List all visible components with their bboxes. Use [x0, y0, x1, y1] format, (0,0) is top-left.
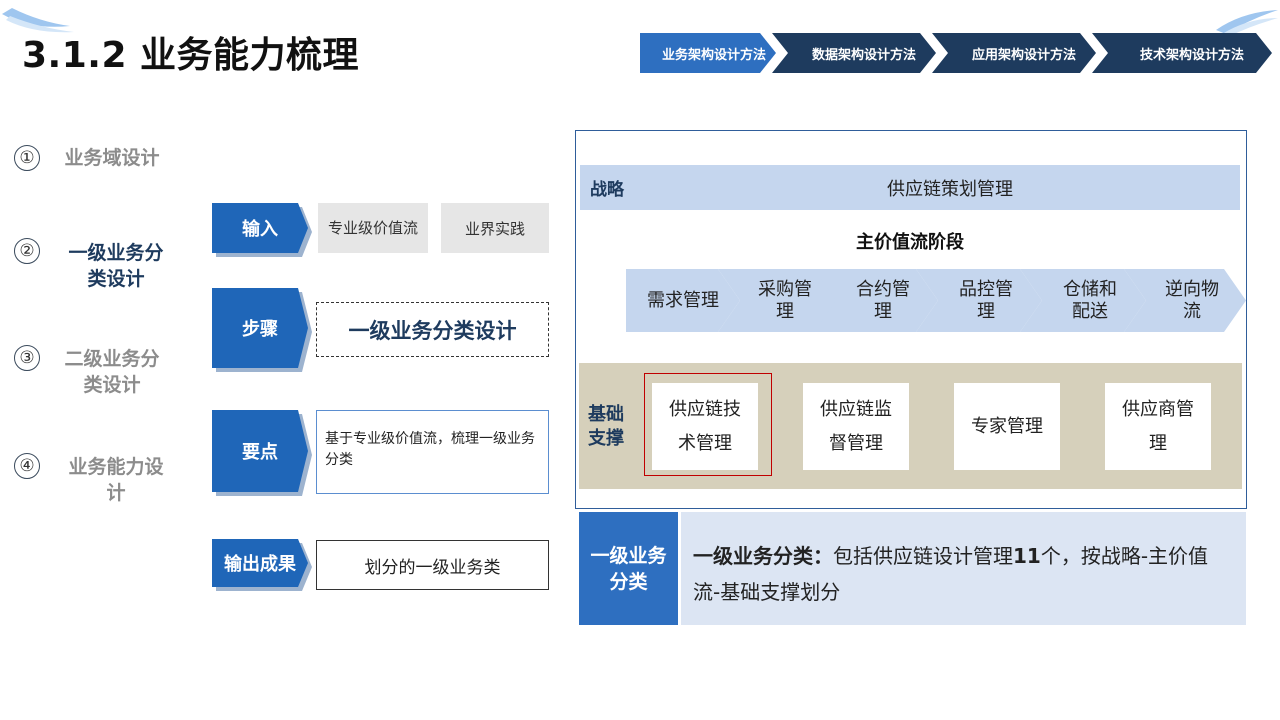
nav-step-application[interactable]: 应用架构设计方法 — [932, 33, 1096, 73]
step-number-2: ② — [14, 238, 40, 264]
step-tag: 步骤 — [212, 288, 308, 368]
strategy-text: 供应链策划管理 — [887, 178, 1013, 200]
summary-count: 11 — [1013, 544, 1041, 568]
nav-step-label: 数据架构设计方法 — [811, 47, 916, 63]
step-number-3: ③ — [14, 345, 40, 371]
stage-label: 仓储和配送 — [1063, 278, 1117, 322]
step-label-2[interactable]: 一级业务分类设计 — [60, 240, 172, 292]
summary-text-part1: 包括供应链设计管理 — [833, 544, 1013, 568]
step-label-1[interactable]: 业务域设计 — [56, 145, 168, 171]
nav-step-technology[interactable]: 技术架构设计方法 — [1092, 33, 1272, 73]
step-number-4: ④ — [14, 453, 40, 479]
base-card-4: 供应商管理 — [1105, 383, 1211, 470]
base-card-3: 专家管理 — [954, 383, 1060, 470]
key-points-tag: 要点 — [212, 410, 308, 492]
value-stream-title: 主价值流阶段 — [856, 232, 964, 253]
stage-label: 采购管理 — [758, 278, 812, 322]
stage-label: 合约管理 — [856, 278, 910, 322]
stage-chevron-1: 需求管理 — [626, 269, 740, 332]
summary-label: 一级业务分类 — [579, 512, 678, 625]
stage-label: 品控管理 — [959, 278, 1013, 322]
summary-text: 一级业务分类：包括供应链设计管理11个，按战略-主价值流-基础支撑划分 — [681, 512, 1246, 625]
summary-bold-text: 一级业务分类： — [693, 544, 833, 568]
base-support-label: 基础支撑 — [588, 404, 624, 449]
nav-step-label: 应用架构设计方法 — [971, 47, 1076, 63]
stage-label: 需求管理 — [647, 289, 719, 311]
key-points-box: 基于专业级价值流，梳理一级业务分类 — [316, 410, 549, 494]
method-nav: 业务架构设计方法 数据架构设计方法 应用架构设计方法 技术架构设计方法 — [640, 33, 1272, 73]
step-text-box: 一级业务分类设计 — [316, 302, 549, 357]
nav-step-label: 技术架构设计方法 — [1139, 47, 1244, 63]
page-title: 3.1.2 业务能力梳理 — [22, 35, 360, 76]
input-tag: 输入 — [212, 203, 308, 253]
step-label-4[interactable]: 业务能力设计 — [60, 454, 172, 506]
step-label-3[interactable]: 二级业务分类设计 — [56, 346, 168, 398]
nav-step-data[interactable]: 数据架构设计方法 — [772, 33, 936, 73]
input-item-1: 专业级价值流 — [318, 203, 428, 253]
base-card-1: 供应链技术管理 — [652, 383, 758, 470]
input-item-2: 业界实践 — [441, 203, 549, 253]
output-tag: 输出成果 — [212, 539, 308, 587]
output-box: 划分的一级业务类 — [316, 540, 549, 590]
strategy-label: 战略 — [590, 180, 624, 200]
stage-label: 逆向物流 — [1165, 278, 1219, 322]
base-card-2: 供应链监督管理 — [803, 383, 909, 470]
nav-step-label: 业务架构设计方法 — [661, 47, 766, 63]
nav-step-business[interactable]: 业务架构设计方法 — [640, 33, 776, 73]
step-number-1: ① — [14, 145, 40, 171]
